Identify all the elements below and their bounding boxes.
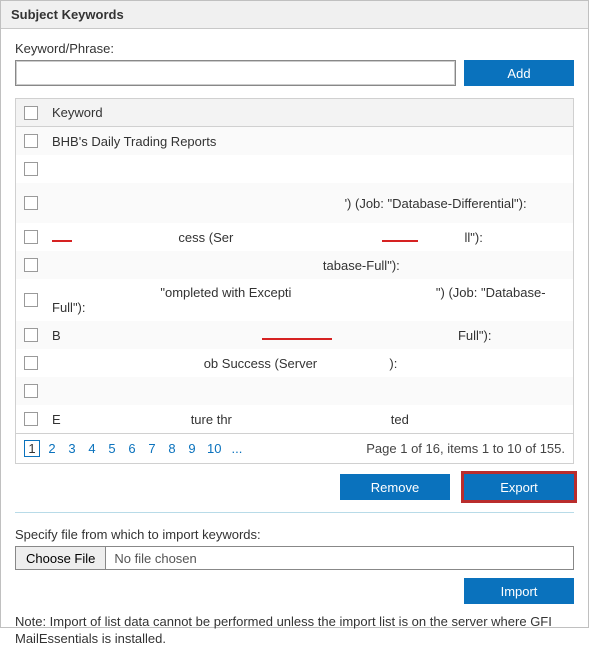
keyword-phrase-input[interactable] <box>15 60 456 86</box>
table-row: B Full"): <box>16 321 573 349</box>
table-row: cess (Ser ll"): <box>16 223 573 251</box>
keyword-cell <box>52 384 565 399</box>
page-link[interactable]: 5 <box>104 441 120 456</box>
keyword-cell: B Full"): <box>52 328 565 343</box>
table-row: E ture thr ted <box>16 405 573 433</box>
table-row: "ompleted with Excepti ") (Job: "Databas… <box>16 279 573 321</box>
keyword-cell: ob Success (Server ): <box>52 356 565 371</box>
page-link[interactable]: 10 <box>204 441 224 456</box>
page-link[interactable]: 8 <box>164 441 180 456</box>
page-link[interactable]: 6 <box>124 441 140 456</box>
import-note: Note: Import of list data cannot be perf… <box>15 614 574 648</box>
row-checkbox[interactable] <box>24 258 38 272</box>
keyword-cell: ') (Job: "Database-Differential"): <box>52 196 565 211</box>
section-divider <box>15 512 574 513</box>
table-row: ') (Job: "Database-Differential"): <box>16 183 573 223</box>
table-row <box>16 155 573 183</box>
table-row: ob Success (Server ): <box>16 349 573 377</box>
page-ellipsis: ... <box>228 441 245 456</box>
row-checkbox[interactable] <box>24 328 38 342</box>
keyword-cell: cess (Ser ll"): <box>52 230 565 245</box>
choose-file-button[interactable]: Choose File <box>16 547 106 569</box>
page-link[interactable]: 9 <box>184 441 200 456</box>
page-link[interactable]: 1 <box>24 440 40 457</box>
table-row <box>16 377 573 405</box>
row-checkbox[interactable] <box>24 230 38 244</box>
import-label: Specify file from which to import keywor… <box>15 527 574 542</box>
row-checkbox[interactable] <box>24 293 38 307</box>
keyword-cell: BHB's Daily Trading Reports <box>52 134 565 149</box>
column-header-keyword: Keyword <box>52 105 565 120</box>
keyword-cell <box>52 162 565 177</box>
subject-keywords-panel: Subject Keywords Keyword/Phrase: Add Key… <box>0 0 589 628</box>
keywords-table: Keyword BHB's Daily Trading Reports ') (… <box>15 98 574 464</box>
table-row: tabase-Full"): <box>16 251 573 279</box>
file-input-row: Choose File No file chosen <box>15 546 574 570</box>
row-checkbox[interactable] <box>24 134 38 148</box>
row-checkbox[interactable] <box>24 412 38 426</box>
panel-title: Subject Keywords <box>1 1 588 29</box>
redaction-mark <box>382 240 418 242</box>
keyword-cell: "ompleted with Excepti ") (Job: "Databas… <box>52 285 565 315</box>
pagination: 123456789 10... <box>24 440 245 457</box>
export-button[interactable]: Export <box>464 474 574 500</box>
add-button[interactable]: Add <box>464 60 574 86</box>
row-checkbox[interactable] <box>24 196 38 210</box>
row-checkbox[interactable] <box>24 162 38 176</box>
page-link[interactable]: 2 <box>44 441 60 456</box>
page-link[interactable]: 4 <box>84 441 100 456</box>
row-checkbox[interactable] <box>24 384 38 398</box>
page-link[interactable]: 3 <box>64 441 80 456</box>
file-chosen-status: No file chosen <box>106 547 573 569</box>
row-checkbox[interactable] <box>24 356 38 370</box>
keyword-phrase-label: Keyword/Phrase: <box>15 41 574 56</box>
page-info: Page 1 of 16, items 1 to 10 of 155. <box>366 441 565 456</box>
remove-button[interactable]: Remove <box>340 474 450 500</box>
page-link[interactable]: 7 <box>144 441 160 456</box>
select-all-checkbox[interactable] <box>24 106 38 120</box>
redaction-mark <box>262 338 332 340</box>
keyword-cell: tabase-Full"): <box>52 258 565 273</box>
table-row: BHB's Daily Trading Reports <box>16 127 573 155</box>
redaction-mark <box>52 240 72 242</box>
import-button[interactable]: Import <box>464 578 574 604</box>
keyword-cell: E ture thr ted <box>52 412 565 427</box>
